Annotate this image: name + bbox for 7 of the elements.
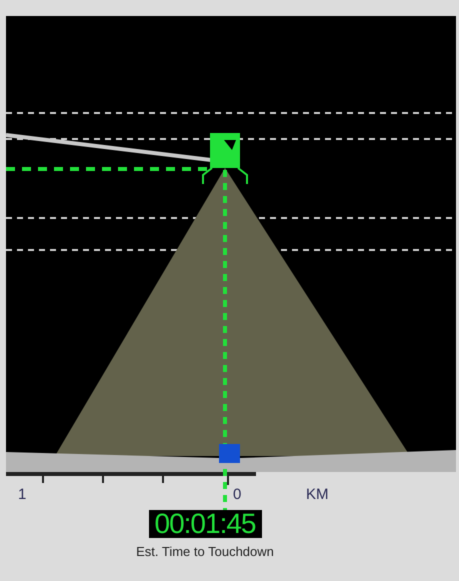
scale-label: 0	[233, 486, 242, 503]
scale-label: 1	[18, 486, 26, 503]
countdown-timer: 00:01:45	[148, 510, 262, 538]
landing-marker	[219, 444, 240, 463]
lander-icon	[202, 133, 248, 185]
timer-caption: Est. Time to Touchdown	[136, 544, 274, 559]
scale-label: KM	[306, 486, 328, 503]
